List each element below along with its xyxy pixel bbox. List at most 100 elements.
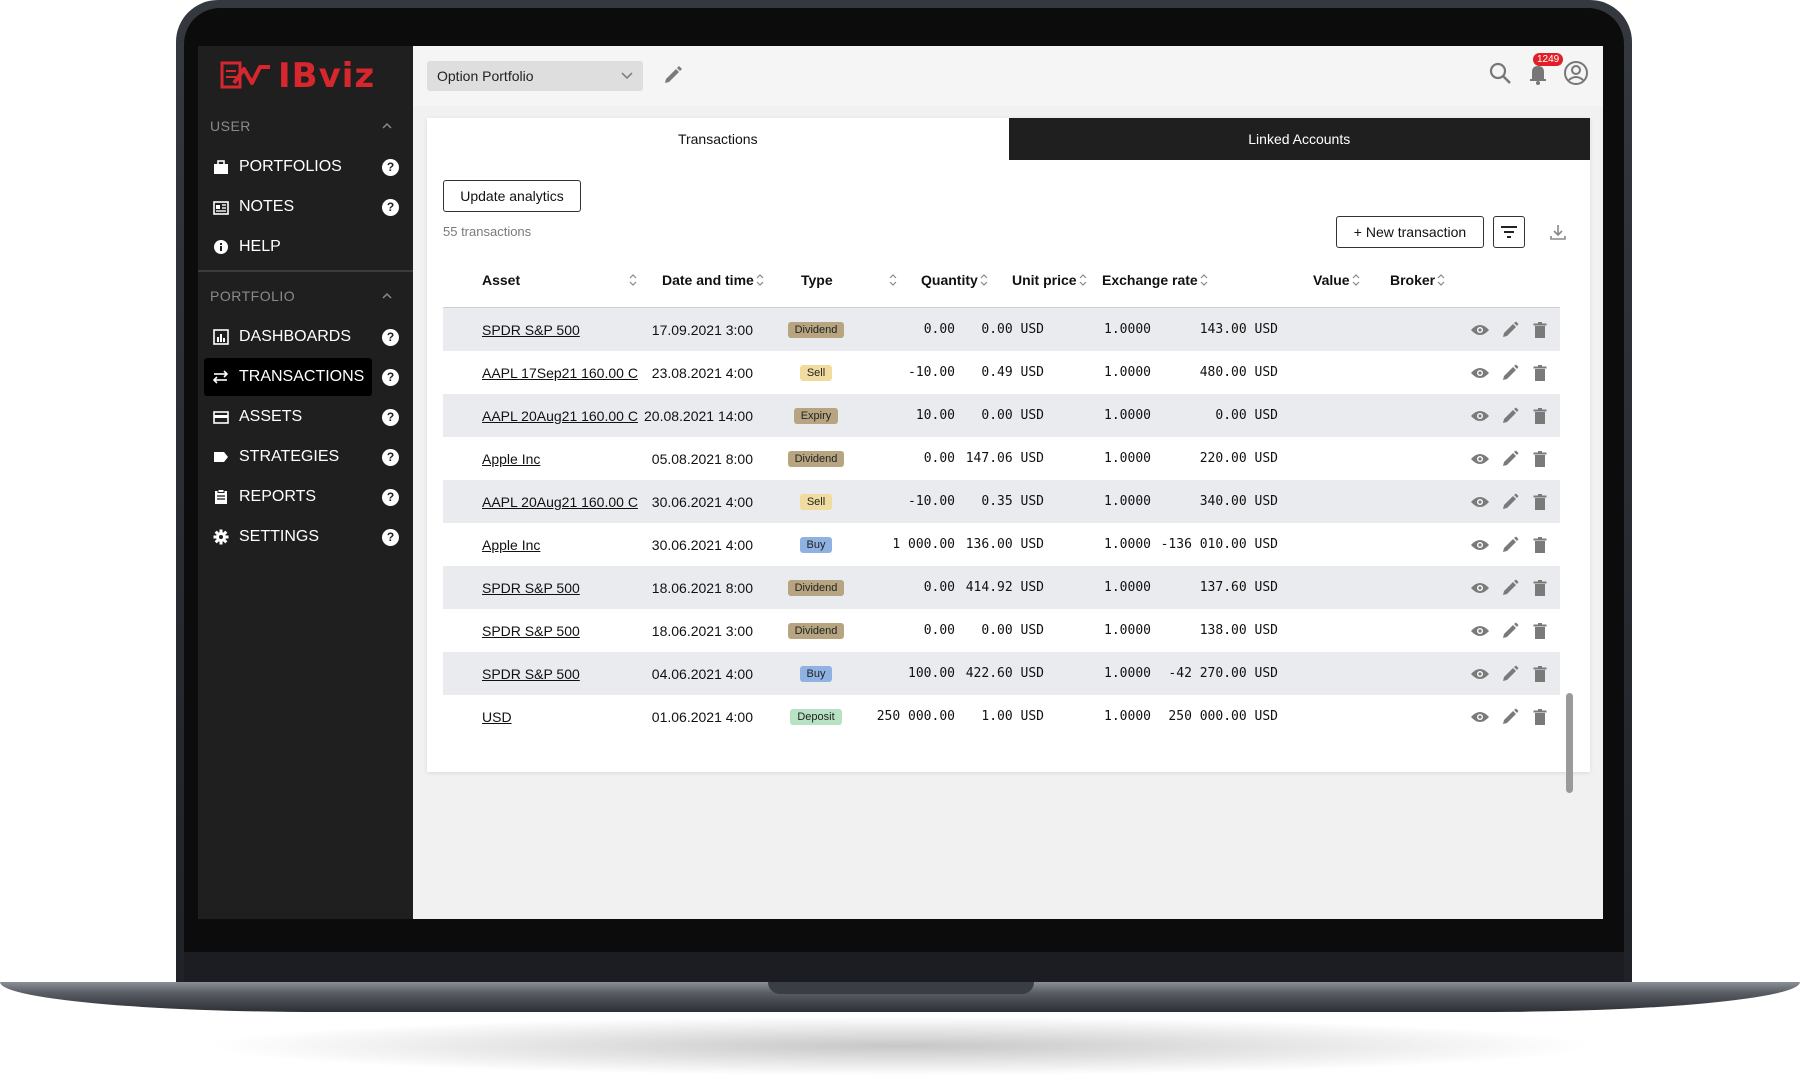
table-row[interactable]: AAPL 17Sep21 160.00 C 23.08.2021 4:00 Se… xyxy=(443,351,1560,394)
edit-icon[interactable] xyxy=(1500,578,1520,598)
table-row[interactable]: USD 01.06.2021 4:00 Deposit 250 000.00 1… xyxy=(443,695,1560,738)
delete-icon[interactable] xyxy=(1530,449,1550,469)
portfolio-select[interactable]: Option Portfolio xyxy=(427,61,643,91)
view-icon[interactable] xyxy=(1470,707,1490,727)
asset-link[interactable]: SPDR S&P 500 xyxy=(482,609,580,652)
asset-link[interactable]: AAPL 20Aug21 160.00 C xyxy=(482,394,638,437)
search-icon[interactable] xyxy=(1487,60,1513,86)
asset-link[interactable]: SPDR S&P 500 xyxy=(482,566,580,609)
table-row[interactable]: Apple Inc 05.08.2021 8:00 Dividend 0.00 … xyxy=(443,437,1560,480)
view-icon[interactable] xyxy=(1470,492,1490,512)
sidebar-item-notes[interactable]: NOTES ? xyxy=(204,188,407,226)
delete-icon[interactable] xyxy=(1530,406,1550,426)
notifications-button[interactable]: 1249 xyxy=(1525,53,1564,86)
header-unit-price[interactable]: Unit price xyxy=(1012,272,1087,288)
edit-icon[interactable] xyxy=(1500,406,1520,426)
table-row[interactable]: SPDR S&P 500 17.09.2021 3:00 Dividend 0.… xyxy=(443,308,1560,351)
tab-transactions[interactable]: Transactions xyxy=(427,118,1009,160)
header-broker[interactable]: Broker xyxy=(1390,272,1445,288)
new-transaction-button[interactable]: + New transaction xyxy=(1336,216,1484,248)
table-row[interactable]: SPDR S&P 500 18.06.2021 3:00 Dividend 0.… xyxy=(443,609,1560,652)
sidebar-item-label: STRATEGIES xyxy=(239,448,340,465)
edit-icon[interactable] xyxy=(1500,621,1520,641)
table-row[interactable]: AAPL 20Aug21 160.00 C 30.06.2021 4:00 Se… xyxy=(443,480,1560,523)
view-icon[interactable] xyxy=(1470,406,1490,426)
sidebar-item-portfolios[interactable]: PORTFOLIOS ? xyxy=(204,148,407,186)
view-icon[interactable] xyxy=(1470,449,1490,469)
delete-icon[interactable] xyxy=(1530,664,1550,684)
header-type[interactable]: Type xyxy=(801,272,833,288)
view-icon[interactable] xyxy=(1470,363,1490,383)
quantity-cell: 0.00 xyxy=(923,451,955,466)
edit-icon[interactable] xyxy=(1500,535,1520,555)
delete-icon[interactable] xyxy=(1530,578,1550,598)
sidebar-item-label: DASHBOARDS xyxy=(239,328,352,345)
view-icon[interactable] xyxy=(1470,535,1490,555)
view-icon[interactable] xyxy=(1470,664,1490,684)
edit-icon[interactable] xyxy=(1500,492,1520,512)
delete-icon[interactable] xyxy=(1530,363,1550,383)
asset-link[interactable]: Apple Inc xyxy=(482,523,540,566)
user-avatar-icon[interactable] xyxy=(1563,60,1589,86)
help-icon[interactable]: ? xyxy=(382,158,399,176)
help-icon[interactable]: ? xyxy=(382,528,399,546)
edit-icon[interactable] xyxy=(1500,707,1520,727)
download-button[interactable] xyxy=(1544,218,1572,246)
sidebar: IBviz USER PORTFOLIOS ? NOTES ? HELP POR… xyxy=(198,46,413,919)
sidebar-item-transactions[interactable]: TRANSACTIONS ? xyxy=(204,358,399,396)
help-icon[interactable]: ? xyxy=(382,488,399,506)
sort-icon[interactable] xyxy=(629,273,637,286)
asset-link[interactable]: AAPL 20Aug21 160.00 C xyxy=(482,480,638,523)
portfolio-section-header[interactable]: PORTFOLIO xyxy=(198,276,413,316)
user-section-header[interactable]: USER xyxy=(198,106,413,146)
delete-icon[interactable] xyxy=(1530,320,1550,340)
table-scrollbar[interactable] xyxy=(1566,693,1573,793)
asset-link[interactable]: AAPL 17Sep21 160.00 C xyxy=(482,351,638,394)
sidebar-item-assets[interactable]: ASSETS ? xyxy=(204,398,407,436)
header-value[interactable]: Value xyxy=(1313,272,1360,288)
update-analytics-button[interactable]: Update analytics xyxy=(443,180,581,212)
view-icon[interactable] xyxy=(1470,320,1490,340)
asset-link[interactable]: SPDR S&P 500 xyxy=(482,308,580,351)
tag-icon xyxy=(212,449,229,466)
filter-button[interactable] xyxy=(1493,216,1525,248)
tab-linked-accounts[interactable]: Linked Accounts xyxy=(1008,118,1590,160)
header-date[interactable]: Date and time xyxy=(662,272,764,288)
help-icon[interactable]: ? xyxy=(382,328,399,346)
table-row[interactable]: SPDR S&P 500 18.06.2021 8:00 Dividend 0.… xyxy=(443,566,1560,609)
help-icon[interactable]: ? xyxy=(382,198,399,216)
help-icon[interactable]: ? xyxy=(382,448,399,466)
sort-icon[interactable] xyxy=(889,273,897,286)
help-icon[interactable]: ? xyxy=(382,408,399,426)
header-exchange-rate[interactable]: Exchange rate xyxy=(1102,272,1208,288)
delete-icon[interactable] xyxy=(1530,707,1550,727)
view-icon[interactable] xyxy=(1470,621,1490,641)
sidebar-item-strategies[interactable]: STRATEGIES ? xyxy=(204,438,407,476)
portfolio-select-value: Option Portfolio xyxy=(437,68,534,84)
delete-icon[interactable] xyxy=(1530,492,1550,512)
sidebar-item-help[interactable]: HELP xyxy=(204,228,407,266)
table-row[interactable]: Apple Inc 30.06.2021 4:00 Buy 1 000.00 1… xyxy=(443,523,1560,566)
sidebar-item-dashboards[interactable]: DASHBOARDS ? xyxy=(204,318,407,356)
logo[interactable]: IBviz xyxy=(198,46,413,106)
edit-icon[interactable] xyxy=(1500,320,1520,340)
view-icon[interactable] xyxy=(1470,578,1490,598)
value-cell: 250 000.00 USD xyxy=(1168,709,1278,724)
asset-link[interactable]: Apple Inc xyxy=(482,437,540,480)
delete-icon[interactable] xyxy=(1530,535,1550,555)
header-asset[interactable]: Asset xyxy=(482,272,520,288)
table-row[interactable]: AAPL 20Aug21 160.00 C 20.08.2021 14:00 E… xyxy=(443,394,1560,437)
table-row[interactable]: SPDR S&P 500 04.06.2021 4:00 Buy 100.00 … xyxy=(443,652,1560,695)
edit-icon[interactable] xyxy=(1500,363,1520,383)
asset-link[interactable]: SPDR S&P 500 xyxy=(482,652,580,695)
edit-portfolio-icon[interactable] xyxy=(661,65,683,87)
edit-icon[interactable] xyxy=(1500,664,1520,684)
help-icon[interactable]: ? xyxy=(382,368,399,386)
header-quantity[interactable]: Quantity xyxy=(921,272,988,288)
delete-icon[interactable] xyxy=(1530,621,1550,641)
edit-icon[interactable] xyxy=(1500,449,1520,469)
row-actions xyxy=(1470,308,1550,351)
asset-link[interactable]: USD xyxy=(482,695,512,738)
sidebar-item-reports[interactable]: REPORTS ? xyxy=(204,478,407,516)
sidebar-item-settings[interactable]: SETTINGS ? xyxy=(204,518,407,556)
